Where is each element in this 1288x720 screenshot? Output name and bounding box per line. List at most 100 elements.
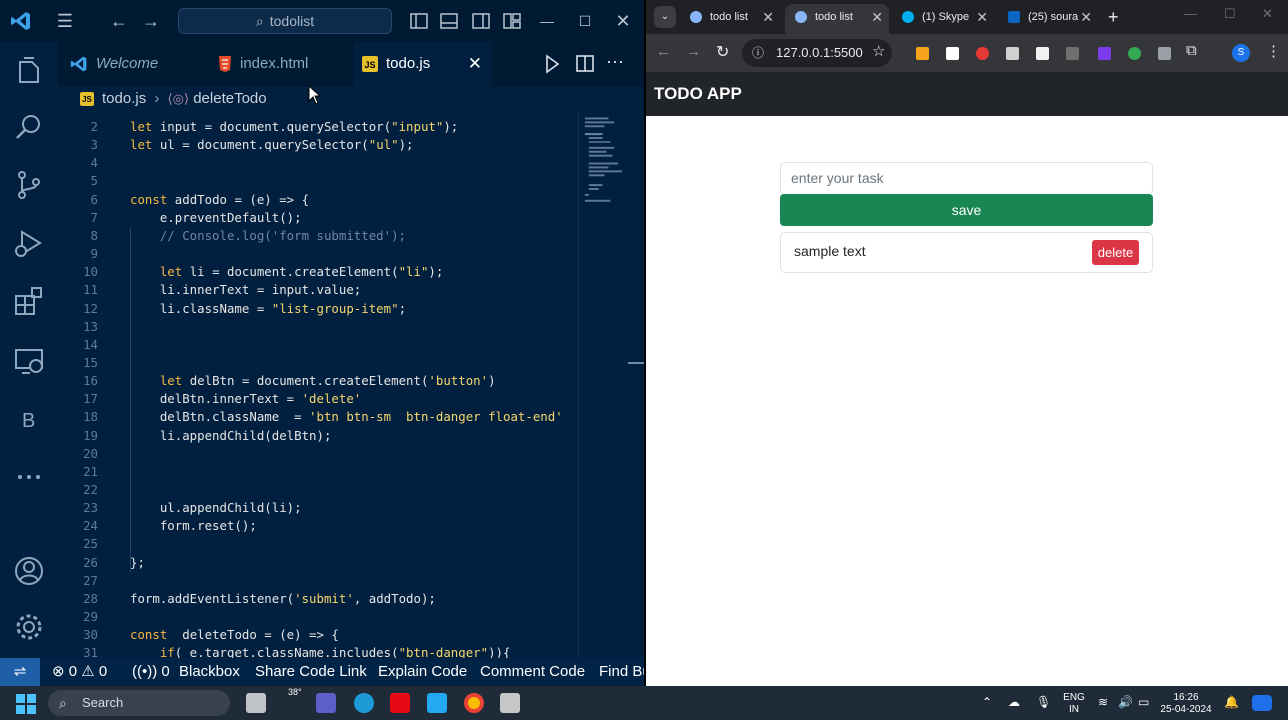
forward-arrow-icon[interactable]: → [686,43,701,60]
extensions-icon[interactable] [12,284,46,318]
extension-icon[interactable] [916,47,929,60]
bookmark-star-icon[interactable]: ☆ [872,42,885,60]
close-icon[interactable]: ✕ [612,10,634,32]
close-icon[interactable]: ✕ [1262,6,1273,22]
camera-icon[interactable] [1158,47,1171,60]
battery-icon[interactable]: ▭ [1138,696,1149,708]
volume-icon[interactable]: 🔊 [1118,696,1133,708]
camera-icon[interactable] [1066,47,1079,60]
command-center-search[interactable]: ⌕ todolist [178,8,392,34]
accounts-icon[interactable] [12,554,46,588]
wifi-icon[interactable]: ≋ [1098,696,1108,708]
chrome-taskbar-icon[interactable] [464,693,484,713]
code-line[interactable]: e.preventDefault(); [130,209,302,227]
run-icon[interactable] [544,54,560,74]
taskbar-search[interactable]: ⌕ Search [48,690,230,716]
status-item-share-code-link[interactable]: Share Code Link [255,658,367,686]
remote-explorer-icon[interactable] [12,344,46,378]
tab-welcome[interactable]: Welcome [58,42,208,86]
extensions-puzzle-icon[interactable]: ⧉ [1186,42,1197,59]
code-line[interactable]: li.className = "list-group-item"; [130,300,406,318]
status-item-blackbox[interactable]: Blackbox [179,658,240,686]
extension-icon[interactable] [946,47,959,60]
more-icon[interactable] [12,460,46,494]
remote-indicator-icon[interactable]: ⇌ [0,658,40,686]
tab-todo-js[interactable]: JS todo.js ✕ [354,42,492,86]
weather-icon[interactable]: 38° [284,687,304,713]
split-editor-icon[interactable] [576,54,594,74]
code-line[interactable]: let input = document.querySelector("inpu… [130,118,458,136]
code-line[interactable]: li.appendChild(delBtn); [130,427,332,445]
code-line[interactable]: delBtn.innerText = 'delete' [130,390,361,408]
editor-scrollbar[interactable] [628,112,644,658]
minimize-icon[interactable]: — [1184,6,1197,21]
chrome-tab-todo-list-2[interactable]: todo list ✕ [785,4,889,34]
close-tab-icon[interactable]: ✕ [468,42,482,86]
ports-indicator[interactable]: ((•)) 0 [132,658,170,686]
search-icon[interactable] [12,110,46,144]
explorer-icon[interactable] [12,54,46,88]
windows-start-icon[interactable] [16,694,36,714]
address-bar[interactable]: ⓘ 127.0.0.1:5500 [742,39,892,67]
code-line[interactable]: }; [130,554,145,572]
breadcrumb-file[interactable]: todo.js [102,90,146,107]
extension-icon[interactable] [1036,47,1049,60]
code-line[interactable]: form.reset(); [130,517,257,535]
settings-gear-icon[interactable] [12,610,46,644]
code-line[interactable]: let ul = document.querySelector("ul"); [130,136,414,154]
close-tab-icon[interactable]: ✕ [871,4,883,30]
code-line[interactable]: li.innerText = input.value; [130,281,361,299]
code-line[interactable]: // Console.log('form submitted'); [130,227,406,245]
save-button[interactable]: save [780,194,1153,226]
forward-arrow-icon[interactable]: → [140,10,162,32]
task-input[interactable]: enter your task [780,162,1153,195]
maximize-icon[interactable]: ☐ [1224,6,1236,22]
code-line[interactable]: if( e.target.className.includes("btn-dan… [130,644,511,658]
back-arrow-icon[interactable]: ← [656,43,671,60]
language-indicator[interactable]: ENG IN [1062,692,1086,716]
back-arrow-icon[interactable]: ← [108,10,130,32]
toggle-sidebar-icon[interactable] [408,10,430,32]
clock[interactable]: 16:26 25-04-2024 [1160,692,1212,716]
extension-icon[interactable] [1128,47,1141,60]
run-debug-icon[interactable] [12,226,46,260]
extension-icon[interactable] [1006,47,1019,60]
site-info-icon[interactable]: ⓘ [752,39,764,67]
minimap[interactable] [578,112,628,658]
delete-button[interactable]: delete [1092,240,1139,265]
status-item-comment-code[interactable]: Comment Code [480,658,585,686]
status-item-explain-code[interactable]: Explain Code [378,658,467,686]
tab-search-icon[interactable]: ⌄ [654,6,676,28]
close-tab-icon[interactable]: ✕ [976,4,988,30]
source-control-icon[interactable] [12,168,46,202]
snipping-tool-icon[interactable] [500,693,520,713]
status-item-find-bugs[interactable]: Find Bu [599,658,644,686]
code-line[interactable]: let li = document.createElement("li"); [130,263,444,281]
code-line[interactable]: ul.appendChild(li); [130,499,302,517]
menu-icon[interactable]: ☰ [54,10,76,32]
extension-icon[interactable] [976,47,989,60]
new-tab-button[interactable]: + [1108,4,1119,30]
notifications-bell-icon[interactable]: 🔔 [1224,696,1239,708]
customize-layout-icon[interactable] [501,10,523,32]
microphone-icon[interactable]: 🎙 [1036,696,1051,708]
task-view-icon[interactable] [246,693,266,713]
code-line[interactable]: delBtn.className = 'btn btn-sm btn-dange… [130,408,563,426]
close-tab-icon[interactable]: ✕ [1080,4,1092,30]
maximize-icon[interactable]: ☐ [574,10,596,32]
code-editor[interactable]: 2 let input = document.querySelector("inp… [58,112,578,658]
reload-icon[interactable]: ↻ [716,42,729,62]
extension-icon[interactable] [1098,47,1111,60]
minimize-icon[interactable]: — [536,10,558,32]
code-line[interactable]: let delBtn = document.createElement('but… [130,372,496,390]
vscode-taskbar-icon[interactable] [427,693,447,713]
tab-index-html[interactable]: index.html [208,42,354,86]
code-line[interactable]: const addTodo = (e) => { [130,191,309,209]
close-tab-icon[interactable]: ✕ [762,4,774,30]
netflix-icon[interactable] [390,693,410,713]
chrome-tab-linkedin[interactable]: (25) soura ✕ [998,4,1098,34]
toggle-panel-icon[interactable] [438,10,460,32]
blackbox-icon[interactable]: B [12,402,46,436]
chrome-tab-todo-list-1[interactable]: todo list ✕ [680,4,780,34]
code-line[interactable]: const deleteTodo = (e) => { [130,626,339,644]
